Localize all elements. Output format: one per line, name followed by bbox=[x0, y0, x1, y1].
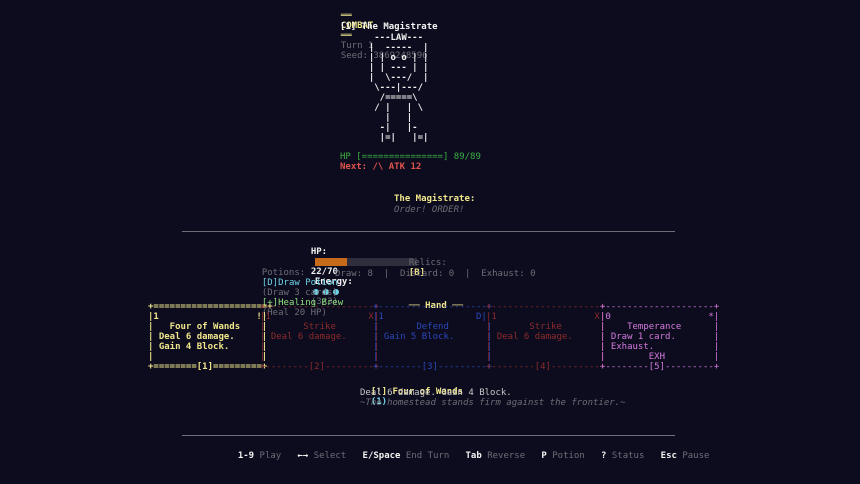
hint-key-end-turn: E/Space bbox=[362, 451, 401, 461]
hint-key-reverse: Tab bbox=[465, 451, 482, 461]
hint-key-select: ←→ bbox=[297, 451, 309, 461]
divider-bottom bbox=[182, 435, 675, 436]
enemy-speaker: The Magistrate: bbox=[394, 194, 476, 204]
hint-key-potion: P bbox=[541, 451, 547, 461]
hint-key-status: ? bbox=[601, 451, 607, 461]
hand-card-2[interactable]: +--------------------+ |1 X| | Strike | … bbox=[260, 302, 379, 372]
player-hp-label: HP: bbox=[310, 247, 328, 257]
hand-card-5[interactable]: +--------------------+ |0 *| | Temperanc… bbox=[600, 302, 719, 372]
footer-hints: 1-9 Play ←→ Select E/Space End Turn Tab … bbox=[227, 441, 710, 461]
header-rule-right: ══ bbox=[340, 31, 352, 41]
hand-card-3[interactable]: +--------------------+ |1 D| | Defend | … bbox=[373, 302, 492, 372]
hint-key-pause: Esc bbox=[660, 451, 677, 461]
header-rule-left: ══ bbox=[340, 11, 352, 21]
relics-label: Relics: bbox=[408, 258, 447, 268]
potion-1-key[interactable]: [D] bbox=[262, 278, 278, 288]
hint-label-potion: Potion bbox=[552, 451, 585, 461]
pile-counts: Draw: 8 | Discard: 0 | Exhaust: 0 bbox=[335, 269, 536, 279]
potions-label: Potions: bbox=[261, 268, 306, 278]
hint-label-reverse: Reverse bbox=[487, 451, 526, 461]
potion-1-name[interactable]: Draw Potion bbox=[278, 278, 338, 288]
hand-card-4[interactable]: +--------------------+ |1 X| | Strike | … bbox=[486, 302, 605, 372]
selected-card-flavor: ~The homestead stands firm against the f… bbox=[360, 398, 626, 408]
enemy-title[interactable]: [1] The Magistrate bbox=[340, 22, 438, 32]
hand-card-1[interactable]: +=====================+ |1 !| | Four of … bbox=[148, 302, 273, 372]
divider-top bbox=[182, 231, 675, 232]
hint-label-status: Status bbox=[611, 451, 645, 461]
hint-label-end-turn: End Turn bbox=[405, 451, 450, 461]
hint-label-select: Select bbox=[313, 451, 347, 461]
enemy-hp-bar: HP [===============] 89/89 bbox=[340, 152, 481, 162]
selected-card-desc: Deal 6 damage. Gain 4 Block. bbox=[360, 388, 512, 398]
potion-1-desc: (Draw 3 cards) bbox=[261, 288, 338, 298]
hint-label-pause: Pause bbox=[682, 451, 710, 461]
hint-key-play: 1-9 bbox=[237, 451, 255, 461]
enemy-ascii-art: ---LAW--- | ----- | | | o o | | | | --- … bbox=[368, 33, 429, 143]
enemy-dialogue: Order! ORDER! bbox=[394, 205, 465, 215]
hint-label-play: Play bbox=[259, 451, 282, 461]
enemy-intent: Next: /\ ATK 12 bbox=[340, 162, 422, 172]
